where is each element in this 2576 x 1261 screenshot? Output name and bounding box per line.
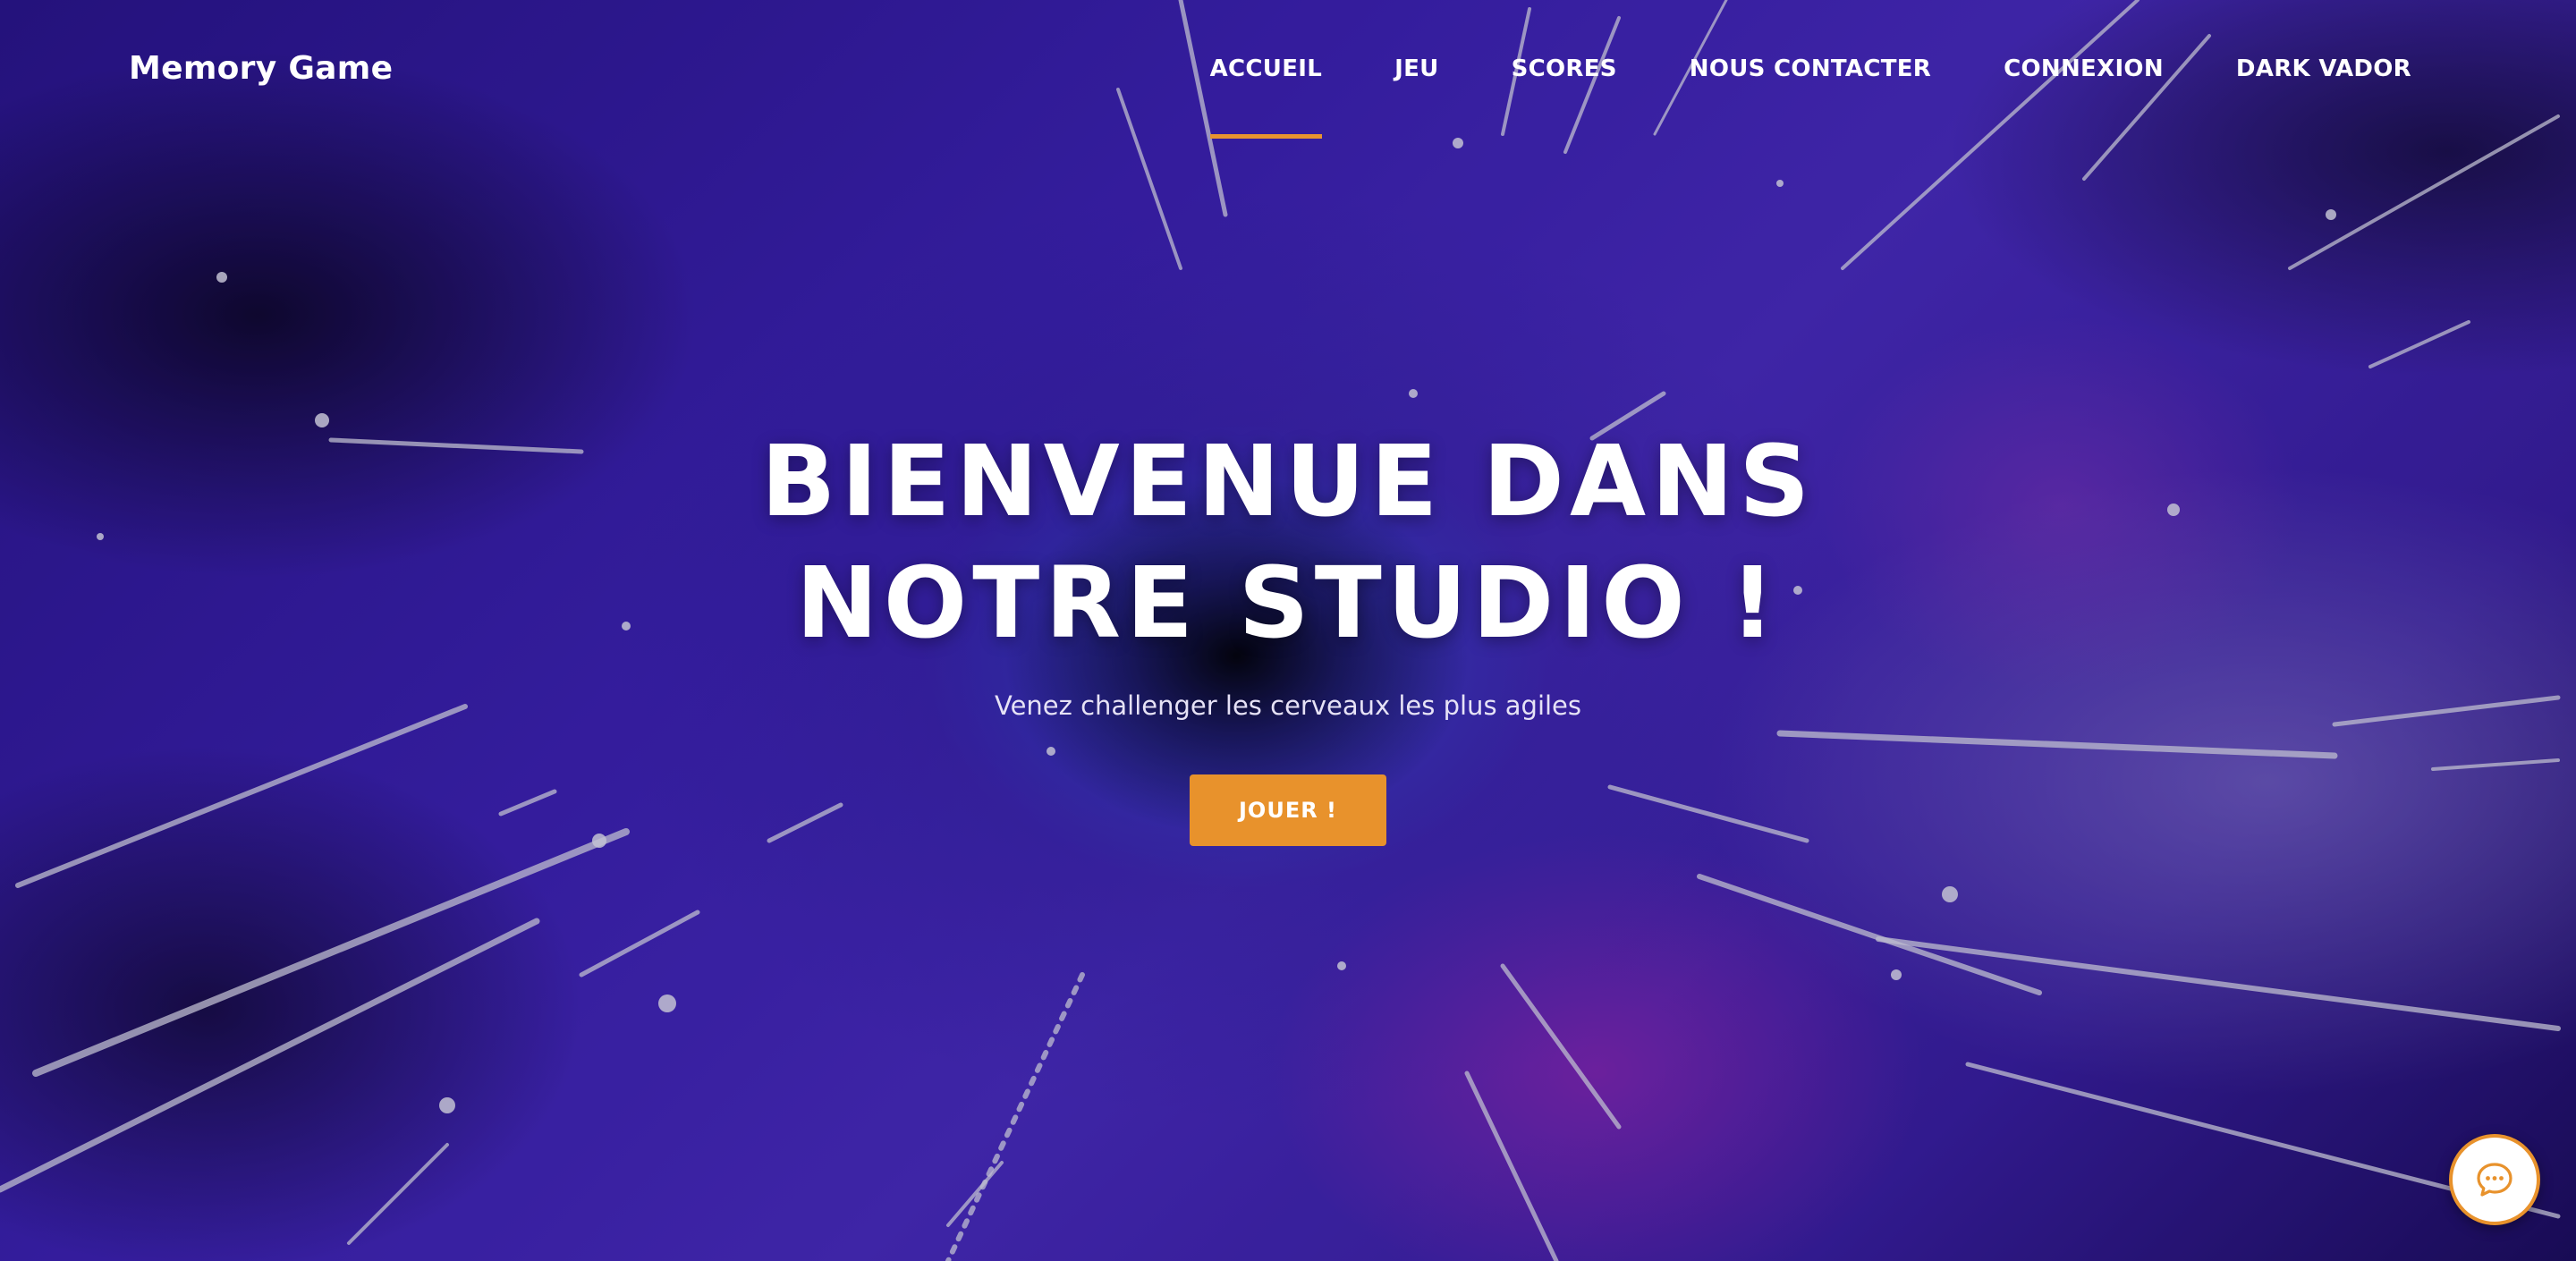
hero-title-line-2: NOTRE STUDIO ! [795, 546, 1781, 660]
play-button[interactable]: JOUER ! [1190, 774, 1386, 846]
page: Memory Game ACCUEIL JEU SCORES NOUS CONT… [0, 0, 2576, 1261]
hero-title-line-1: BIENVENUE DANS [760, 424, 1816, 538]
hero-section: BIENVENUE DANS NOTRE STUDIO ! Venez chal… [0, 0, 2576, 1261]
hero-subtitle: Venez challenger les cerveaux les plus a… [994, 690, 1582, 721]
chat-widget-button[interactable] [2449, 1134, 2540, 1225]
hero-title: BIENVENUE DANS NOTRE STUDIO ! [0, 420, 2576, 664]
chat-bubble-icon [2477, 1163, 2512, 1197]
